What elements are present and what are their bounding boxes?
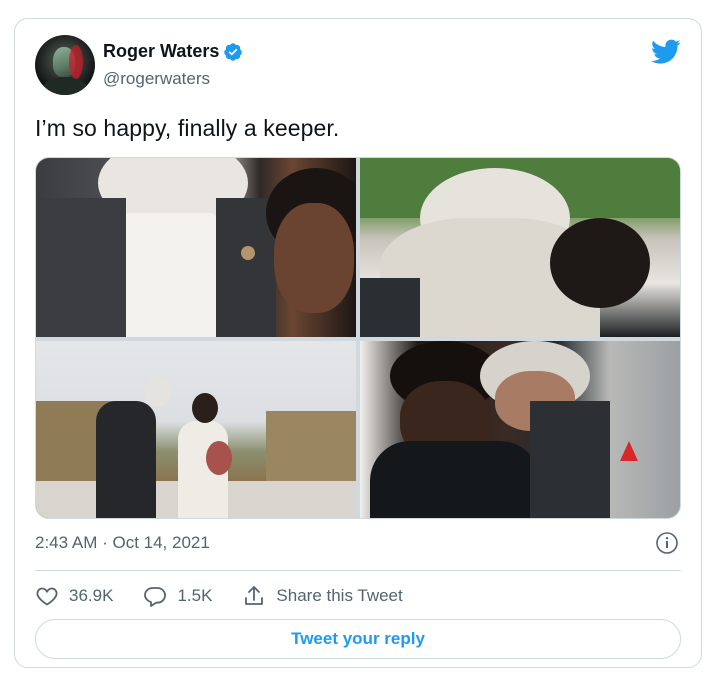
verified-badge-icon — [224, 42, 243, 61]
heart-icon — [36, 587, 58, 606]
photo-4[interactable] — [360, 341, 680, 518]
share-icon — [245, 586, 264, 605]
tweet-timestamp[interactable]: 2:43 AM · Oct 14, 2021 — [35, 533, 210, 553]
tweet-card: Roger Waters @rogerwaters I’m so happy, … — [14, 18, 702, 668]
like-button[interactable]: 36.9K — [35, 584, 113, 608]
share-label: Share this Tweet — [276, 586, 403, 605]
tweet-reply-button[interactable]: Tweet your reply — [35, 619, 681, 659]
avatar[interactable] — [35, 35, 95, 95]
photo-grid — [35, 157, 681, 519]
share-button[interactable]: Share this Tweet — [242, 584, 403, 608]
like-count: 36.9K — [69, 586, 114, 605]
author-handle[interactable]: @rogerwaters — [103, 69, 210, 89]
author-name[interactable]: Roger Waters — [103, 41, 219, 62]
info-icon[interactable] — [655, 531, 679, 555]
tweet-text: I’m so happy, finally a keeper. — [35, 115, 340, 141]
reply-bubble-icon — [144, 587, 167, 607]
author-row: Roger Waters — [103, 41, 243, 62]
action-bar: 36.9K 1.5K Share this Tweet — [35, 581, 433, 611]
photo-2[interactable] — [360, 158, 680, 337]
reply-count: 1.5K — [177, 586, 213, 605]
reply-button[interactable]: 1.5K — [143, 584, 212, 608]
divider — [35, 570, 681, 571]
photo-3[interactable] — [36, 341, 356, 518]
photo-1[interactable] — [36, 158, 356, 337]
twitter-bird-icon[interactable] — [651, 39, 681, 65]
